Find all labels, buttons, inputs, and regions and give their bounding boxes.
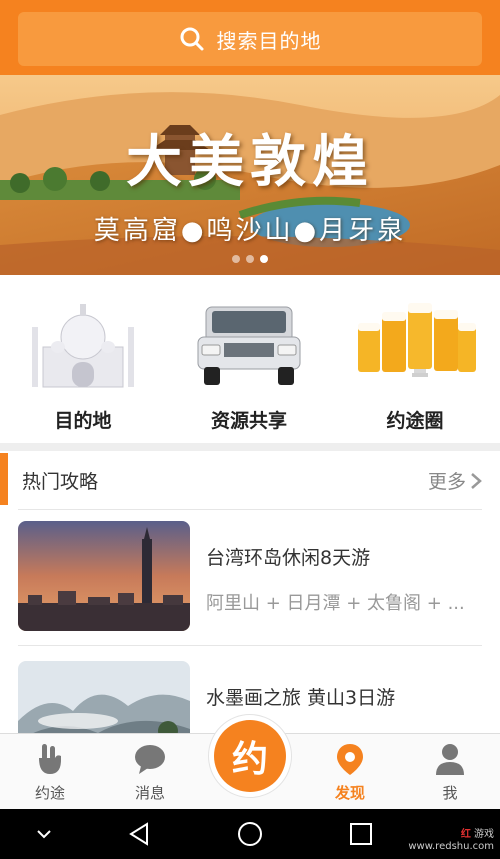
tab-me[interactable]: 我 — [400, 734, 500, 810]
suv-car-icon — [197, 306, 301, 385]
guide-title: 台湾环岛休闲8天游 — [206, 547, 371, 569]
person-icon — [436, 744, 464, 775]
peace-hand-icon — [39, 744, 61, 774]
tab-label: 发现 — [334, 784, 365, 802]
section-accent-bar — [0, 453, 8, 505]
taj-mahal-icon — [32, 303, 134, 387]
promo-banner[interactable]: 大美敦煌 莫高窟●鸣沙山●月牙泉 — [0, 75, 500, 275]
carousel-dot[interactable] — [246, 255, 254, 263]
home-icon[interactable] — [236, 820, 264, 848]
center-yue-button[interactable]: 约 — [208, 714, 292, 798]
beer-glasses-icon — [358, 302, 476, 377]
watermark-site-label: 游戏 — [474, 829, 494, 840]
search-placeholder: 搜索目的地 — [216, 28, 322, 53]
category-label: 目的地 — [54, 410, 112, 432]
guide-description: 阿里山 + 日月潭 + 太鲁阁 + ... — [206, 593, 465, 614]
center-yue-circle: 约 — [214, 720, 286, 792]
section-divider — [0, 443, 500, 451]
search-bar[interactable]: 搜索目的地 — [18, 12, 482, 66]
chevron-right-icon — [471, 472, 482, 489]
chat-bubble-icon — [135, 745, 165, 774]
banner-title: 大美敦煌 — [126, 129, 374, 195]
hot-guides-header: 热门攻略 更多 — [0, 451, 500, 509]
center-yue-label: 约 — [231, 738, 268, 780]
banner-subtitle: 莫高窟●鸣沙山●月牙泉 — [93, 216, 407, 246]
carousel-dot[interactable] — [232, 255, 240, 263]
watermark-url: www.redshu.com — [408, 841, 494, 852]
category-grid: 目的地 资源共享 约途圈 — [0, 275, 500, 443]
guide-title: 水墨画之旅 黄山3日游 — [206, 687, 396, 709]
guide-thumbnail — [18, 521, 190, 631]
recent-apps-icon[interactable] — [347, 820, 375, 848]
category-resource-share[interactable]: 资源共享 — [166, 275, 332, 443]
section-title: 热门攻略 — [22, 471, 99, 493]
taipei-skyline-image — [18, 521, 190, 631]
tab-messages[interactable]: 消息 — [100, 734, 200, 810]
category-yuetu-circle[interactable]: 约途圈 — [332, 275, 498, 443]
location-pin-icon — [337, 744, 363, 775]
category-label: 约途圈 — [386, 410, 444, 432]
search-icon — [180, 27, 203, 51]
tab-discover[interactable]: 发现 — [300, 734, 400, 810]
top-header: 搜索目的地 — [0, 0, 500, 75]
carousel-indicator — [0, 255, 500, 263]
watermark-brand: 红 — [460, 829, 471, 840]
chevron-down-icon[interactable] — [30, 820, 58, 848]
tab-label: 约途 — [34, 784, 65, 802]
guide-item[interactable]: 台湾环岛休闲8天游 阿里山 + 日月潭 + 太鲁阁 + ... — [0, 509, 500, 645]
tab-yuetu[interactable]: 约途 — [0, 734, 100, 810]
back-icon[interactable] — [125, 820, 153, 848]
watermark: 红 游戏 www.redshu.com — [408, 829, 494, 853]
more-label: 更多 — [427, 471, 466, 493]
more-link[interactable]: 更多 — [428, 467, 482, 494]
category-destination[interactable]: 目的地 — [0, 275, 166, 443]
system-nav-bar: 红 游戏 www.redshu.com — [0, 809, 500, 859]
category-label: 资源共享 — [210, 410, 287, 432]
tab-label: 消息 — [134, 784, 165, 802]
tab-label: 我 — [442, 784, 458, 802]
carousel-dot-active[interactable] — [260, 255, 268, 263]
